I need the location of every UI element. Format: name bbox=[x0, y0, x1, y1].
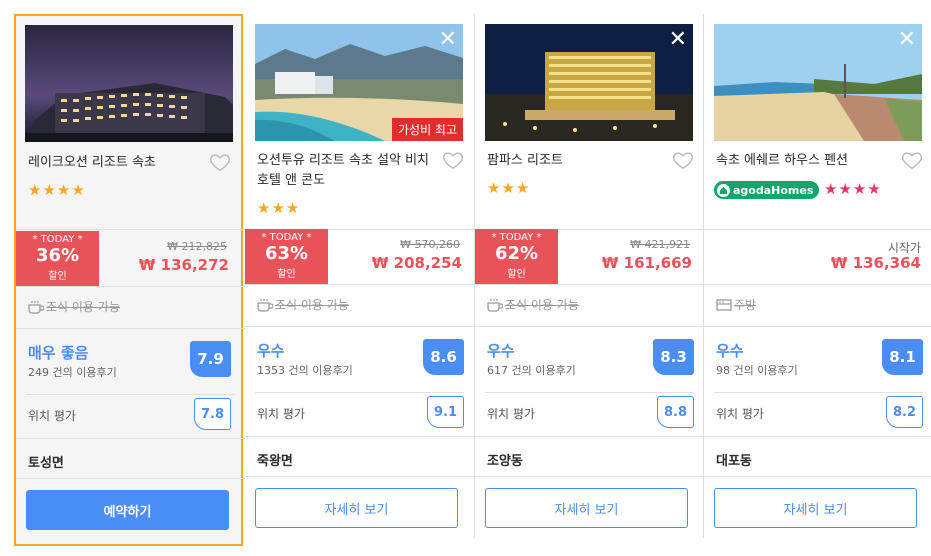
location-rating-label: 위치 평가 bbox=[487, 407, 535, 421]
best-value-badge: 가성비 최고 bbox=[391, 118, 463, 141]
hotel-card-2: ✕ 가성비 최고 오션투유 리조트 속초 설악 비치 호텔 앤 콘도 ★★★ *… bbox=[245, 14, 474, 546]
area-name: 토성면 bbox=[28, 456, 64, 471]
close-icon[interactable]: ✕ bbox=[898, 26, 916, 54]
heart-icon[interactable] bbox=[442, 149, 464, 171]
location-score: 8.2 bbox=[886, 396, 923, 428]
area-name: 조양동 bbox=[487, 454, 523, 469]
today-label: * TODAY * bbox=[261, 232, 312, 243]
discount-label: 할인 bbox=[507, 269, 526, 280]
heart-icon[interactable] bbox=[209, 151, 231, 173]
rating-label: 매우 좋음 bbox=[28, 344, 89, 362]
review-count[interactable]: 249 건의 이용후기 bbox=[28, 364, 117, 380]
agoda-homes-label: agodaHomes bbox=[733, 183, 814, 197]
today-discount-badge: * TODAY * 62% 할인 bbox=[475, 229, 558, 284]
amenity-breakfast: 조식 이용 가능 bbox=[28, 298, 120, 315]
rating-label: 우수 bbox=[257, 342, 285, 360]
hotel-name[interactable]: 오션투유 리조트 속초 설악 비치 호텔 앤 콘도 bbox=[257, 151, 442, 191]
discount-percent: 62% bbox=[494, 243, 539, 264]
amenity-breakfast: 조식 이용 가능 bbox=[487, 296, 579, 313]
area-name: 죽왕면 bbox=[257, 454, 293, 469]
hotel-name[interactable]: 레이크오션 리조트 속초 bbox=[28, 153, 213, 173]
today-discount-badge: * TODAY * 36% 할인 bbox=[16, 231, 99, 286]
book-button[interactable]: 예약하기 bbox=[26, 490, 229, 530]
hotel-photo[interactable]: ✕ bbox=[485, 24, 693, 141]
sale-price: ₩ 161,669 bbox=[601, 254, 692, 272]
location-score: 9.1 bbox=[427, 396, 464, 428]
location-score: 8.8 bbox=[657, 396, 694, 428]
location-score: 7.8 bbox=[194, 398, 231, 430]
review-count[interactable]: 98 건의 이용후기 bbox=[716, 362, 798, 378]
today-discount-badge: * TODAY * 63% 할인 bbox=[245, 229, 328, 284]
sale-price: ₩ 136,272 bbox=[138, 256, 229, 274]
amenity-label: 주방 bbox=[734, 298, 757, 312]
review-score: 8.1 bbox=[882, 339, 923, 375]
location-rating-label: 위치 평가 bbox=[716, 407, 764, 421]
agoda-homes-badge: agodaHomes bbox=[714, 181, 820, 199]
rating-label: 우수 bbox=[716, 342, 744, 360]
original-price: ₩ 212,825 bbox=[167, 240, 227, 253]
hotel-comparison: 레이크오션 리조트 속초 ★★★★ * TODAY * 36% 할인 ₩ 212… bbox=[0, 0, 931, 556]
details-button[interactable]: 자세히 보기 bbox=[255, 488, 458, 528]
coffee-cup-icon bbox=[28, 300, 44, 314]
close-icon[interactable]: ✕ bbox=[439, 26, 457, 54]
discount-percent: 63% bbox=[264, 243, 309, 264]
hotel-name[interactable]: 팜파스 리조트 bbox=[487, 151, 672, 171]
details-button[interactable]: 자세히 보기 bbox=[714, 488, 917, 528]
star-rating: ★★★★ bbox=[28, 181, 86, 199]
details-button[interactable]: 자세히 보기 bbox=[485, 488, 688, 528]
hotel-name[interactable]: 속초 에쉐르 하우스 펜션 bbox=[716, 151, 901, 171]
amenity-breakfast: 조식 이용 가능 bbox=[257, 296, 349, 313]
star-rating: ★★★ bbox=[257, 199, 301, 217]
sale-price: ₩ 208,254 bbox=[371, 254, 462, 272]
amenity-label: 조식 이용 가능 bbox=[46, 300, 120, 314]
coffee-cup-icon bbox=[257, 298, 273, 312]
discount-label: 할인 bbox=[48, 271, 67, 282]
home-icon bbox=[717, 183, 730, 197]
hotel-card-4: ✕ 속초 에쉐르 하우스 펜션 agodaHomes ★★★★ 시작가 ₩ 13… bbox=[704, 14, 931, 546]
hotel-card-3: ✕ 팜파스 리조트 ★★★ * TODAY * 62% 할인 ₩ 421,921… bbox=[475, 14, 704, 546]
hotel-card-1: 레이크오션 리조트 속초 ★★★★ * TODAY * 36% 할인 ₩ 212… bbox=[14, 14, 245, 546]
rating-label: 우수 bbox=[487, 342, 515, 360]
today-label: * TODAY * bbox=[491, 232, 542, 243]
discount-label: 할인 bbox=[277, 269, 296, 280]
hotel-photo[interactable] bbox=[25, 25, 233, 142]
amenity-kitchen: 주방 bbox=[716, 296, 756, 313]
review-score: 7.9 bbox=[190, 341, 231, 377]
coffee-cup-icon bbox=[487, 298, 503, 312]
review-score: 8.6 bbox=[423, 339, 464, 375]
heart-icon[interactable] bbox=[672, 149, 694, 171]
amenity-label: 조식 이용 가능 bbox=[275, 298, 349, 312]
location-rating-label: 위치 평가 bbox=[257, 407, 305, 421]
review-score: 8.3 bbox=[653, 339, 694, 375]
today-label: * TODAY * bbox=[32, 234, 83, 245]
review-count[interactable]: 617 건의 이용후기 bbox=[487, 362, 576, 378]
area-name: 대포동 bbox=[716, 454, 752, 469]
discount-percent: 36% bbox=[35, 245, 80, 266]
hotel-photo[interactable]: ✕ bbox=[714, 24, 922, 141]
location-rating-label: 위치 평가 bbox=[28, 409, 76, 423]
close-icon[interactable]: ✕ bbox=[669, 26, 687, 54]
sale-price: ₩ 136,364 bbox=[830, 254, 921, 272]
kitchen-icon bbox=[716, 298, 732, 311]
original-price: ₩ 421,921 bbox=[630, 238, 690, 251]
amenity-label: 조식 이용 가능 bbox=[505, 298, 579, 312]
star-rating: ★★★★ bbox=[824, 180, 882, 198]
heart-icon[interactable] bbox=[901, 149, 923, 171]
review-count[interactable]: 1353 건의 이용후기 bbox=[257, 362, 353, 378]
original-price: ₩ 570,260 bbox=[400, 238, 460, 251]
hotel-photo[interactable]: ✕ 가성비 최고 bbox=[255, 24, 463, 141]
star-rating: ★★★ bbox=[487, 179, 531, 197]
